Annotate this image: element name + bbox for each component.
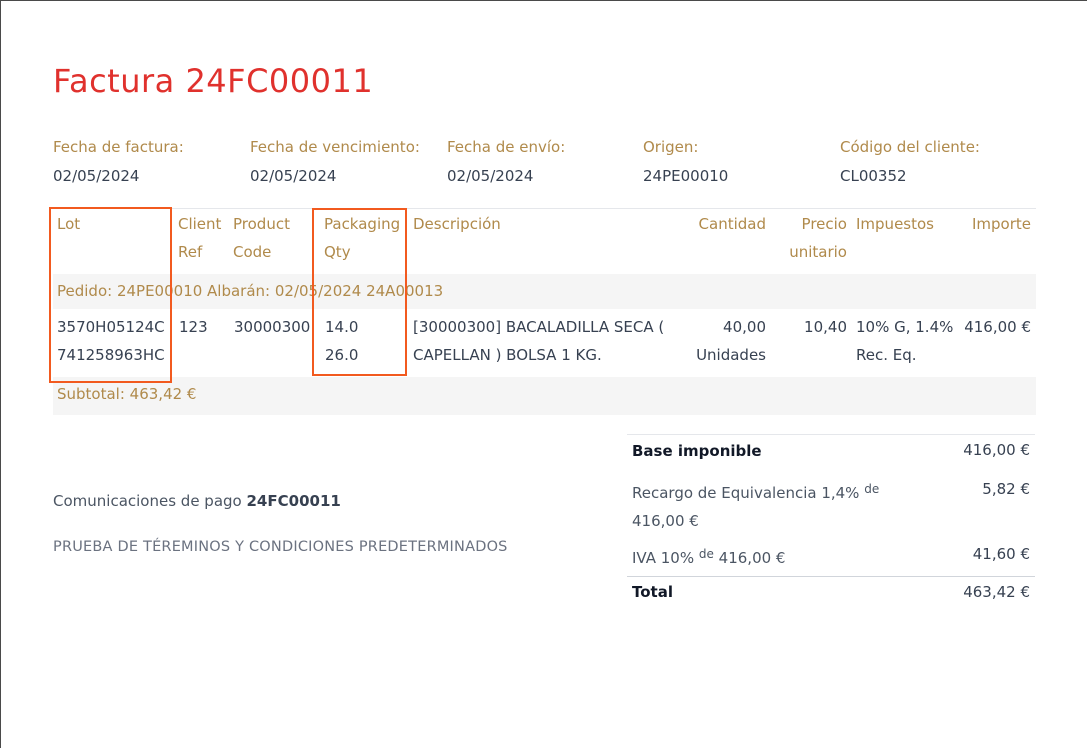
col-header-amount: Importe bbox=[971, 215, 1031, 233]
product-code-value: 30000300 bbox=[234, 318, 311, 336]
customer-code-value: CL00352 bbox=[840, 167, 907, 185]
client-ref-value: 123 bbox=[179, 318, 208, 336]
recargo-label: Recargo de Equivalencia 1,4% de 416,00 € bbox=[632, 482, 880, 530]
due-date-label: Fecha de vencimiento: bbox=[250, 138, 420, 156]
table-top-divider bbox=[53, 208, 1036, 209]
col-header-unit-price: Precio unitario bbox=[789, 215, 847, 261]
recargo-value: 5,82 € bbox=[982, 480, 1030, 498]
base-label: Base imponible bbox=[632, 442, 762, 460]
col-header-quantity: Cantidad bbox=[698, 215, 766, 233]
lot-value-1: 3570H05124C bbox=[57, 318, 165, 336]
amount-value: 416,00 € bbox=[964, 318, 1031, 336]
origin-label: Origen: bbox=[643, 138, 699, 156]
iva-label: IVA 10% de 416,00 € bbox=[632, 547, 786, 567]
packaging-qty-value-1: 14.0 bbox=[325, 318, 359, 336]
col-header-packaging-qty: Packaging Qty bbox=[324, 215, 401, 261]
col-header-client-ref: Client Ref bbox=[178, 215, 222, 261]
payment-communication: Comunicaciones de pago 24FC00011 bbox=[53, 492, 341, 510]
due-date-value: 02/05/2024 bbox=[250, 167, 337, 185]
terms-conditions: PRUEBA DE TÉREMINOS Y CONDICIONES PREDET… bbox=[53, 539, 508, 555]
subtotal-band bbox=[53, 377, 1036, 415]
total-label: Total bbox=[632, 583, 673, 601]
taxes-value: 10% G, 1.4% Rec. Eq. bbox=[856, 318, 954, 364]
invoice-date-value: 02/05/2024 bbox=[53, 167, 140, 185]
col-header-taxes: Impuestos bbox=[856, 215, 934, 233]
page-border bbox=[0, 0, 1087, 748]
description-value: [30000300] BACALADILLA SECA ( CAPELLAN )… bbox=[413, 318, 665, 364]
col-header-product-code: Product Code bbox=[233, 215, 290, 261]
quantity-value: 40,00 bbox=[723, 318, 766, 336]
lot-value-2: 741258963HC bbox=[57, 346, 165, 364]
order-line: Pedido: 24PE00010 Albarán: 02/05/2024 24… bbox=[57, 282, 444, 300]
invoice-date-label: Fecha de factura: bbox=[53, 138, 184, 156]
subtotal: Subtotal: 463,42 € bbox=[57, 385, 197, 403]
total-value: 463,42 € bbox=[963, 583, 1030, 601]
col-header-description: Descripción bbox=[413, 215, 501, 233]
origin-value: 24PE00010 bbox=[643, 167, 729, 185]
invoice-title: Factura 24FC00011 bbox=[53, 62, 374, 100]
iva-value: 41,60 € bbox=[972, 545, 1030, 563]
ship-date-value: 02/05/2024 bbox=[447, 167, 534, 185]
unit-price-value: 10,40 bbox=[804, 318, 847, 336]
ship-date-label: Fecha de envío: bbox=[447, 138, 566, 156]
base-value: 416,00 € bbox=[963, 441, 1030, 459]
customer-code-label: Código del cliente: bbox=[840, 138, 980, 156]
packaging-qty-value-2: 26.0 bbox=[325, 346, 359, 364]
totals-bottom-divider bbox=[627, 576, 1035, 577]
quantity-unit: Unidades bbox=[696, 346, 766, 364]
totals-top-divider bbox=[627, 434, 1035, 435]
col-header-lot: Lot bbox=[57, 215, 81, 233]
payment-reference: 24FC00011 bbox=[246, 492, 341, 510]
